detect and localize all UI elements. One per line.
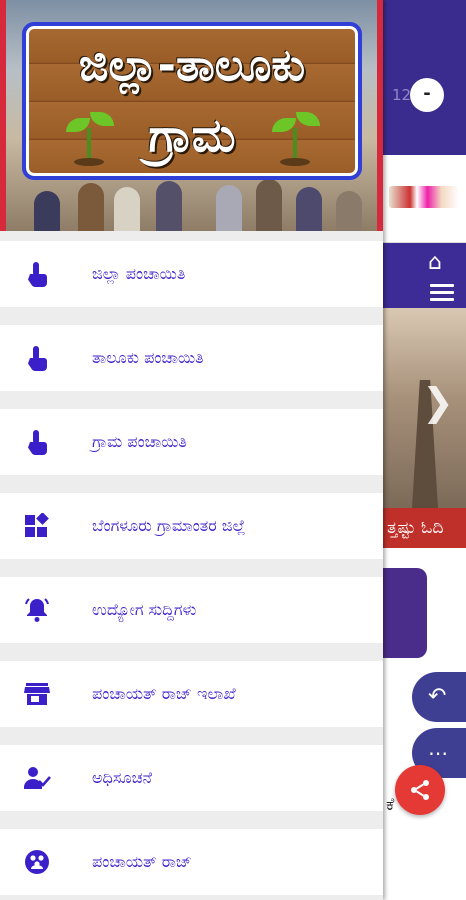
menu-item-label: ಬೆಂಗಳೂರು ಗ್ರಾಮಾಂತರ ಜಿಲ್ಲೆ [92, 516, 246, 535]
time-fragment: 12 [392, 86, 412, 104]
menu-item-panchayat-raj[interactable]: ಪಂಚಾಯತ್ ರಾಜ್ [0, 829, 383, 895]
group-icon [22, 847, 52, 877]
widgets-icon [22, 511, 52, 541]
people-illustration [6, 175, 377, 231]
reply-icon[interactable]: ↶ [412, 672, 466, 722]
navigation-drawer: ಜಿಲ್ಲಾ-ತಾಲೂಕು ಗ್ರಾಮ ಜಿಲ್ಲಾ ಪಂಚಾಯಿತಿ ತಾಲೂ… [0, 0, 383, 900]
touch-app-icon [22, 259, 52, 289]
menu-item-job-news[interactable]: ಉದ್ಯೋಗ ಸುದ್ದಿಗಳು [0, 577, 383, 643]
content-card [383, 568, 427, 658]
touch-app-icon [22, 343, 52, 373]
menu-item-label: ಜಿಲ್ಲಾ ಪಂಚಾಯಿತಿ [92, 264, 186, 283]
app-title-line1: ಜಿಲ್ಲಾ-ತಾಲೂಕು [78, 40, 306, 91]
menu-item-notification[interactable]: ಅಧಿಸೂಚನೆ [0, 745, 383, 811]
share-button[interactable] [395, 765, 445, 815]
menu-item-label: ಪಂಚಾಯತ್ ರಾಜ್ ಇಲಾಖೆ [92, 684, 236, 703]
title-signboard: ಜಿಲ್ಲಾ-ತಾಲೂಕು ಗ್ರಾಮ [22, 22, 362, 180]
menu-item-label: ಗ್ರಾಮ ಪಂಚಾಯಿತಿ [92, 432, 187, 451]
menu-item-label: ಉದ್ಯೋಗ ಸುದ್ದಿಗಳು [92, 600, 197, 619]
menu-item-grama-panchayat[interactable]: ಗ್ರಾಮ ಪಂಚಾಯಿತಿ [0, 409, 383, 475]
menu-item-label: ತಾಲೂಕು ಪಂಚಾಯಿತಿ [92, 348, 204, 367]
sprout-icon [64, 108, 114, 168]
menu-item-label: ಅಧಿಸೂಚನೆ [92, 768, 153, 787]
collapse-button[interactable]: - [410, 78, 444, 112]
menu-item-zilla-panchayat[interactable]: ಜಿಲ್ಲಾ ಪಂಚಾಯಿತಿ [0, 241, 383, 307]
notification-bell-icon [22, 595, 52, 625]
carousel-next-icon[interactable]: ❯ [422, 380, 454, 424]
sprout-icon [270, 108, 320, 168]
text-fragment: ಕೆ [386, 795, 395, 815]
menu-item-panchayat-raj-department[interactable]: ಪಂಚಾಯತ್ ರಾಜ್ ಇಲಾಖೆ [0, 661, 383, 727]
read-more-ribbon[interactable]: ತ್ತಷ್ಟು ಓದಿ [383, 508, 466, 548]
menu-item-bengaluru-rural-district[interactable]: ಬೆಂಗಳೂರು ಗ್ರಾಮಾಂತರ ಜಿಲ್ಲೆ [0, 493, 383, 559]
government-logo [389, 186, 459, 208]
menu-item-label: ಪಂಚಾಯತ್ ರಾಜ್ [92, 852, 192, 871]
drawer-header: ಜಿಲ್ಲಾ-ತಾಲೂಕು ಗ್ರಾಮ [0, 0, 383, 231]
person-check-icon [22, 763, 52, 793]
home-icon[interactable]: ⌂ [428, 250, 442, 275]
share-icon [411, 780, 429, 800]
menu-item-taluk-panchayat[interactable]: ತಾಲೂಕು ಪಂಚಾಯಿತಿ [0, 325, 383, 391]
storefront-icon [22, 679, 52, 709]
touch-app-icon [22, 427, 52, 457]
hamburger-menu-icon[interactable] [430, 284, 454, 305]
